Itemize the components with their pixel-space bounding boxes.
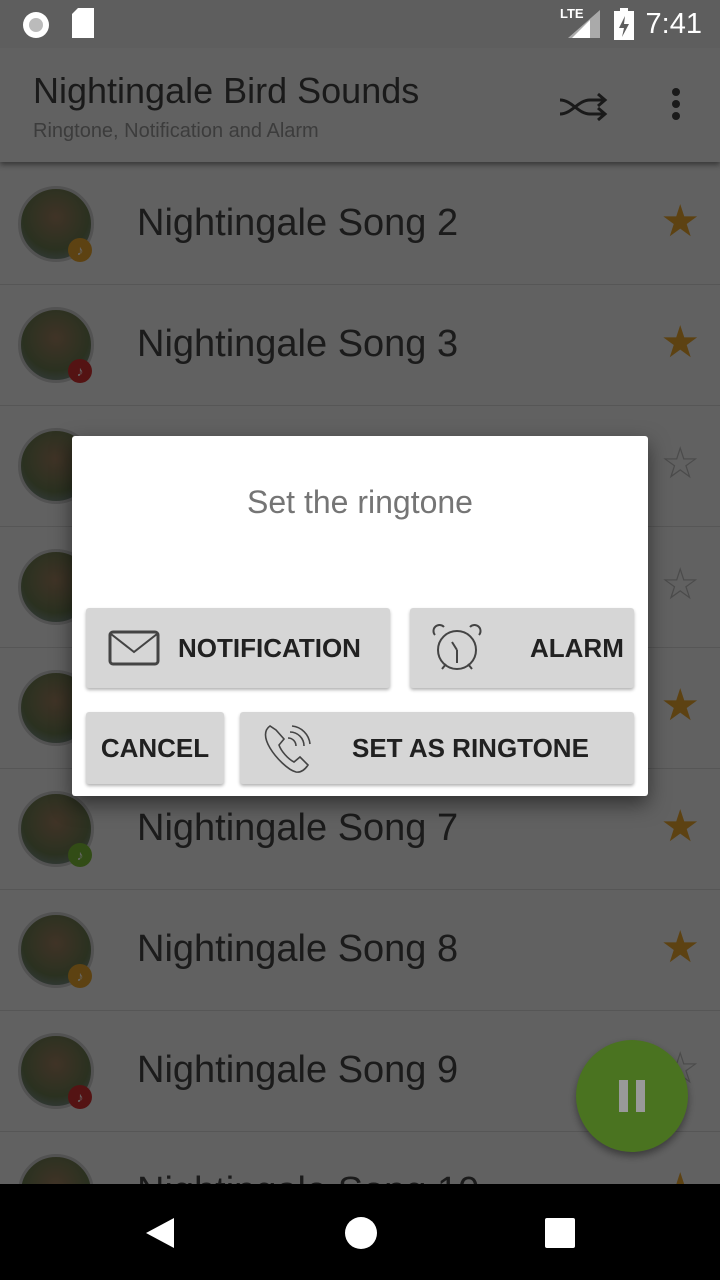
battery-charging-icon — [614, 8, 634, 40]
shuffle-icon[interactable] — [556, 88, 610, 124]
song-title: Nightingale Song 3 — [137, 323, 459, 365]
song-row[interactable]: ♪ Nightingale Song 3 ★ — [0, 285, 720, 406]
network-type: LTE — [560, 6, 584, 21]
star-filled-icon[interactable]: ★ — [661, 684, 700, 728]
envelope-icon — [108, 630, 160, 666]
notification-button[interactable]: NOTIFICATION — [86, 608, 390, 688]
pause-icon-bar — [636, 1080, 645, 1112]
music-note-icon: ♪ — [68, 359, 92, 383]
dialog-title: Set the ringtone — [247, 484, 473, 520]
music-note-icon: ♪ — [68, 964, 92, 988]
song-row[interactable]: ♪ Nightingale Song 8 ★ — [0, 890, 720, 1011]
sd-card-icon — [72, 8, 94, 38]
clock: 7:41 — [645, 8, 702, 40]
song-row[interactable]: ♪ Nightingale Song 2 ★ — [0, 164, 720, 285]
song-title: Nightingale Song 8 — [137, 928, 459, 970]
notification-label: NOTIFICATION — [178, 632, 361, 663]
star-filled-icon[interactable]: ★ — [661, 926, 700, 970]
song-title: Nightingale Song 9 — [137, 1049, 459, 1091]
app-subtitle: Ringtone, Notification and Alarm — [33, 120, 319, 142]
star-filled-icon[interactable]: ★ — [661, 805, 700, 849]
app-title: Nightingale Bird Sounds — [33, 70, 420, 111]
music-note-icon: ♪ — [68, 843, 92, 867]
phone-ringing-icon — [264, 725, 311, 773]
star-outline-icon[interactable]: ☆ — [661, 442, 700, 486]
set-as-ringtone-button[interactable]: SET AS RINGTONE — [240, 712, 634, 784]
cancel-label: CANCEL — [100, 732, 210, 763]
back-icon[interactable] — [144, 1216, 176, 1250]
record-icon — [23, 12, 49, 38]
music-note-icon: ♪ — [68, 1085, 92, 1109]
star-filled-icon[interactable]: ★ — [661, 321, 700, 365]
music-note-icon: ♪ — [68, 238, 92, 262]
home-icon[interactable] — [344, 1216, 378, 1250]
more-vert-icon[interactable] — [664, 84, 688, 128]
navigation-bar — [0, 1184, 720, 1280]
set-ringtone-dialog: Set the ringtone NOTIFICATION ALARM CANC… — [72, 436, 648, 796]
status-bar: LTE 7:41 — [0, 0, 720, 48]
set-as-ringtone-label: SET AS RINGTONE — [352, 732, 589, 763]
alarm-label: ALARM — [530, 632, 624, 663]
song-title: Nightingale Song 2 — [137, 202, 459, 244]
alarm-clock-icon — [432, 624, 482, 670]
song-title: Nightingale Song 7 — [137, 807, 459, 849]
app-bar: Nightingale Bird Sounds Ringtone, Notifi… — [0, 48, 720, 162]
alarm-button[interactable]: ALARM — [410, 608, 634, 688]
cancel-button[interactable]: CANCEL — [86, 712, 224, 784]
star-filled-icon[interactable]: ★ — [661, 200, 700, 244]
pause-icon — [619, 1080, 628, 1112]
recents-icon[interactable] — [544, 1217, 576, 1249]
pause-button[interactable] — [576, 1040, 688, 1152]
star-outline-icon[interactable]: ☆ — [661, 563, 700, 607]
